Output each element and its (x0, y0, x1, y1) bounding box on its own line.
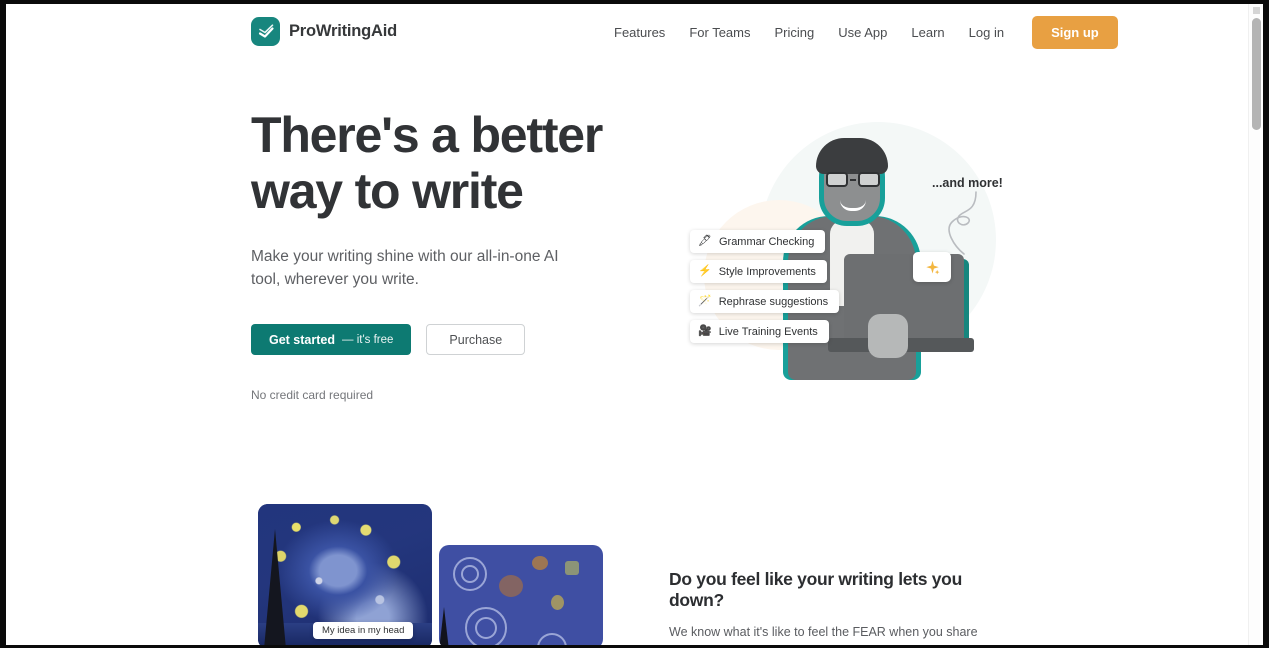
writing-comparison-illustration: My idea in my head (258, 504, 603, 645)
hero-subtitle: Make your writing shine with our all-in-… (251, 248, 559, 288)
page-scrollbar[interactable] (1248, 4, 1263, 645)
lower-section-title: Do you feel like your writing lets you d… (669, 569, 962, 610)
hero-actions: Get started — it's free Purchase (251, 324, 641, 355)
feature-chip-label: Rephrase suggestions (718, 295, 829, 308)
purchase-button[interactable]: Purchase (426, 324, 526, 355)
feature-chip-live-training-events: 🎥 Live Training Events (690, 320, 829, 343)
scrollbar-up-arrow-icon[interactable] (1253, 7, 1260, 14)
feature-chip-rephrase-suggestions: 🪄 Rephrase suggestions (690, 290, 840, 313)
lower-section: Do you feel like your writing lets you d… (669, 569, 1014, 645)
feature-chip-label: Live Training Events (718, 325, 818, 338)
no-credit-card-note: No credit card required (251, 388, 374, 402)
pen-icon: 🖋 (698, 235, 712, 247)
glasses-bridge (850, 178, 856, 181)
get-started-free-note: — it's free (342, 333, 394, 346)
and-more-label: ...and more! (932, 176, 1003, 190)
feature-chip-style-improvements: ⚡ Style Improvements (690, 260, 827, 283)
feature-chip-list: 🖋 Grammar Checking ⚡ Style Improvements … (690, 230, 840, 343)
nav-item-features[interactable]: Features (602, 19, 677, 46)
glasses-lens-left (826, 172, 848, 187)
sketch-swirl (475, 617, 497, 639)
page-viewport: ProWritingAid Features For Teams Pricing… (6, 4, 1263, 645)
feature-chip-grammar-checking: 🖋 Grammar Checking (690, 230, 826, 253)
hero-illustration: 🖋 Grammar Checking ⚡ Style Improvements … (668, 102, 1018, 394)
glasses-lens-right (858, 172, 880, 187)
nav-item-log-in[interactable]: Log in (957, 19, 1016, 46)
sketch-swirl (461, 565, 479, 583)
person-hand (868, 314, 908, 358)
sparkle-icon (925, 260, 939, 274)
magic-wand-icon: 🪄 (698, 295, 712, 307)
sketch-blob (499, 575, 523, 597)
nav-item-for-teams[interactable]: For Teams (677, 19, 762, 46)
feature-chip-label: Style Improvements (718, 265, 816, 278)
sign-up-button[interactable]: Sign up (1032, 16, 1118, 49)
sketch-blob (532, 556, 548, 570)
prowritingaid-logo-icon (251, 17, 280, 46)
sketch-cypress (439, 607, 453, 645)
nav-item-use-app[interactable]: Use App (826, 19, 899, 46)
sparkle-badge (913, 252, 951, 282)
starry-night-cypress (264, 529, 286, 645)
video-camera-icon: 🎥 (698, 325, 712, 337)
sketch-panel (439, 545, 603, 645)
brand-logo[interactable]: ProWritingAid (251, 17, 397, 46)
image-caption: My idea in my head (313, 622, 414, 639)
main-navigation: Features For Teams Pricing Use App Learn… (602, 16, 1118, 49)
scrollbar-thumb[interactable] (1252, 18, 1261, 130)
get-started-label: Get started (269, 332, 335, 347)
lightning-icon: ⚡ (698, 265, 712, 277)
lower-section-paragraph: We know what it's like to feel the FEAR … (669, 625, 995, 645)
sketch-blob (565, 561, 579, 575)
person-hair (816, 138, 888, 174)
sketch-blob (551, 595, 564, 610)
glasses-icon (826, 172, 880, 187)
nav-item-learn[interactable]: Learn (899, 19, 956, 46)
feature-chip-label: Grammar Checking (718, 235, 815, 248)
brand-name: ProWritingAid (289, 22, 398, 40)
browser-frame: ProWritingAid Features For Teams Pricing… (0, 0, 1269, 648)
get-started-button[interactable]: Get started — it's free (251, 324, 412, 355)
page-content: ProWritingAid Features For Teams Pricing… (6, 4, 1248, 645)
sketch-swirl (537, 633, 567, 645)
site-header: ProWritingAid Features For Teams Pricing… (6, 4, 1248, 60)
hero-section: There's a better way to write Make your … (251, 107, 641, 402)
nav-item-pricing[interactable]: Pricing (762, 19, 826, 46)
hero-title: There's a better way to write (251, 107, 603, 219)
